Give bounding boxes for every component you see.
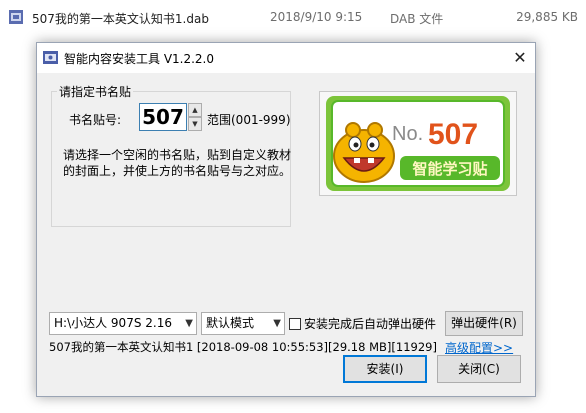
mode-select[interactable]: 默认模式 ▼ [201, 312, 285, 335]
install-tool-dialog: 智能内容安装工具 V1.2.2.0 ✕ 请指定书名贴 书名贴号: 507 ▲ ▼… [36, 42, 536, 397]
close-icon[interactable]: ✕ [505, 43, 535, 73]
logo-no-text: No. [392, 123, 423, 145]
title-bar[interactable]: 智能内容安装工具 V1.2.2.0 ✕ [37, 43, 535, 73]
book-number-stepper[interactable]: ▲ ▼ [188, 103, 202, 131]
device-select-value: H:\小达人 907S 2.16 [54, 316, 172, 330]
logo-number: 507 [428, 118, 478, 151]
auto-eject-option[interactable]: 安装完成后自动弹出硬件 [289, 315, 436, 332]
book-number-label: 书名贴号: [69, 113, 122, 127]
file-type: DAB 文件 [390, 12, 444, 26]
dab-file-icon [9, 10, 23, 24]
range-text: 范围(001-999) [207, 113, 291, 127]
chevron-down-icon: ▼ [185, 318, 193, 329]
auto-eject-label: 安装完成后自动弹出硬件 [304, 317, 437, 331]
logo-caption: 智能学习贴 [412, 160, 487, 178]
chevron-down-icon: ▼ [273, 318, 281, 329]
auto-eject-checkbox[interactable] [289, 318, 301, 330]
app-icon [43, 51, 58, 64]
device-select[interactable]: H:\小达人 907S 2.16 ▼ [49, 312, 197, 335]
smart-sticker-logo: No. 507 智能学习贴 [319, 91, 517, 196]
file-list-row[interactable]: 507我的第一本英文认知书1.dab 2018/9/10 9:15 DAB 文件… [0, 0, 586, 36]
eject-hardware-button[interactable]: 弹出硬件(R) [445, 311, 523, 336]
close-button[interactable]: 关闭(C) [437, 355, 521, 383]
mode-select-value: 默认模式 [206, 316, 255, 330]
file-size: 29,885 KB [516, 10, 578, 24]
install-button[interactable]: 安装(I) [343, 355, 427, 383]
instruction-text: 请选择一个空闲的书名贴，贴到自定义教材 的封面上，并使上方的书名贴号与之对应。 [63, 147, 293, 179]
spin-down-icon[interactable]: ▼ [188, 117, 202, 131]
instruction-line: 请选择一个空闲的书名贴，贴到自定义教材 [63, 148, 292, 162]
sticker-logo-graphic: No. 507 智能学习贴 [326, 96, 510, 191]
file-info-text: 507我的第一本英文认知书1 [2018-09-08 10:55:53][29.… [49, 340, 437, 354]
file-name: 507我的第一本英文认知书1.dab [32, 12, 209, 26]
spin-up-icon[interactable]: ▲ [188, 103, 202, 117]
instruction-line: 的封面上，并使上方的书名贴号与之对应。 [63, 164, 292, 178]
group-title: 请指定书名贴 [57, 83, 134, 100]
advanced-settings-link[interactable]: 高级配置>> [445, 339, 513, 356]
dialog-title: 智能内容安装工具 V1.2.2.0 [64, 52, 215, 66]
book-number-input[interactable]: 507 [139, 103, 187, 131]
file-date: 2018/9/10 9:15 [270, 10, 363, 24]
